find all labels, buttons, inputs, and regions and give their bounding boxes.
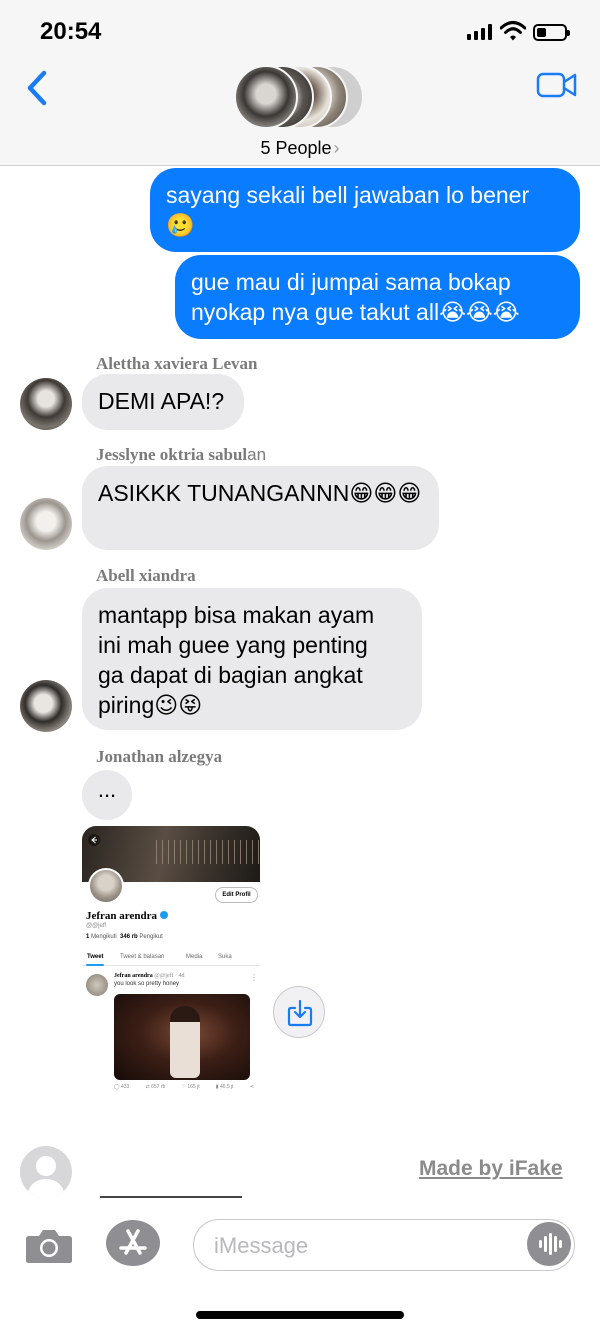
sender-name-tail: an — [247, 445, 267, 464]
message-bubble-incoming[interactable]: DEMI APA!? — [82, 374, 244, 430]
tab-media: Media — [186, 954, 203, 960]
profile-handle: @@jeff — [86, 923, 107, 929]
sender-name: Abell xiandra — [96, 566, 196, 586]
save-image-button[interactable] — [273, 986, 325, 1038]
emoji: 🥲 — [166, 213, 195, 239]
like-count: ♡ 165 jt — [181, 1084, 200, 1090]
back-chevron-icon[interactable] — [22, 68, 52, 108]
message-text-line: mantapp bisa makan ayam — [98, 602, 375, 628]
voice-message-icon[interactable] — [527, 1222, 571, 1266]
group-avatars[interactable] — [234, 65, 370, 129]
tweet-author: Jefran arendra — [114, 973, 153, 979]
profile-name-text: Jefran arendra — [86, 910, 157, 922]
following-count: 1 — [86, 934, 90, 940]
avatar[interactable] — [20, 680, 72, 732]
download-icon — [287, 999, 313, 1027]
retweet-count: ⇄ 657 rb — [145, 1084, 166, 1090]
tweet-header: Jefran arendra @@jeff · 4d — [114, 973, 185, 979]
emoji: 😁😁😁 — [349, 481, 422, 507]
message-text: sayang sekali bell jawaban lo bener — [166, 182, 530, 208]
message-text-line: piring — [98, 692, 155, 718]
profile-avatar — [88, 868, 124, 904]
like-count-value: 165 jt — [187, 1084, 200, 1090]
app-store-button[interactable] — [106, 1220, 160, 1266]
video-call-icon[interactable] — [536, 71, 578, 99]
reply-count-value: 433 — [121, 1084, 130, 1090]
wifi-icon — [500, 21, 526, 41]
signal-icon — [467, 24, 492, 40]
participants-label[interactable]: 5 People › — [0, 138, 600, 159]
tab-tweet-replies: Tweet & balasan — [120, 954, 165, 960]
avatar-placeholder — [20, 1146, 72, 1198]
followers-label: Pengikut — [139, 934, 163, 940]
message-bubble-outgoing[interactable]: sayang sekali bell jawaban lo bener 🥲 — [150, 168, 580, 252]
sender-name-text: Jesslyne oktria sabul — [96, 445, 248, 464]
divider — [100, 1196, 242, 1198]
reply-count: ◯ 433 — [114, 1084, 130, 1090]
message-bubble-incoming[interactable]: ... — [82, 770, 132, 820]
banner-guitar — [156, 840, 260, 864]
tab-likes: Suka — [218, 954, 232, 960]
home-indicator[interactable] — [196, 1311, 404, 1319]
chevron-right-icon: › — [333, 138, 340, 158]
message-bubble-incoming[interactable]: ASIKKK TUNANGANNN😁😁😁 — [82, 466, 439, 550]
active-tab-indicator — [86, 964, 104, 966]
tweet-text: you look so pretty honey — [114, 981, 180, 987]
status-time: 20:54 — [40, 18, 102, 45]
tweet-media-image — [114, 994, 250, 1080]
conversation-header: 5 People › — [0, 60, 600, 166]
avatar[interactable] — [20, 498, 72, 550]
avatar — [234, 65, 298, 129]
emoji: 😉😝 — [154, 693, 203, 719]
message-input-placeholder: iMessage — [214, 1233, 309, 1258]
tab-tweet: Tweet — [87, 954, 104, 960]
back-arrow-icon — [88, 834, 100, 846]
message-text: DEMI APA!? — [98, 388, 225, 414]
made-by-link[interactable]: Made by iFake — [419, 1157, 563, 1181]
message-bubble-incoming[interactable]: mantapp bisa makan ayam ini mah guee yan… — [82, 588, 422, 730]
tweet-meta: @@jeff · 4d — [154, 973, 185, 979]
view-count-value: 46,5 jt — [219, 1084, 234, 1090]
follow-counts: 1 Mengikuti 346 rb Pengikut — [86, 934, 163, 940]
followers-count: 346 rb — [120, 934, 138, 940]
message-text: ASIKKK TUNANGANNN — [98, 480, 350, 506]
message-text: ... — [97, 777, 117, 802]
battery-icon — [533, 24, 570, 41]
tweet-actions: ◯ 433 ⇄ 657 rb ♡ 165 jt ▮ 46,5 jt ⋖ — [114, 1084, 254, 1090]
verified-badge-icon — [159, 911, 168, 919]
sender-name-text: Jonathan alzegya — [96, 747, 223, 766]
profile-tabs: Tweet Tweet & balasan Media Suka — [82, 950, 260, 966]
sender-name-text: Alettha xaviera Levan — [96, 354, 258, 373]
following-label: Mengikuti — [91, 934, 117, 940]
sender-name: Alettha xaviera Levan — [96, 354, 257, 374]
participants-count: 5 People — [260, 138, 332, 158]
avatar[interactable] — [20, 378, 72, 430]
edit-profile-button: Edit Profil — [215, 887, 258, 903]
sender-name-text: Abell xiandra — [96, 566, 196, 585]
sender-name: Jesslyne oktria sabulan — [96, 445, 266, 465]
emoji: 😭😭😭 — [439, 300, 520, 326]
message-text-line: ini mah guee yang penting — [98, 632, 368, 658]
app-store-icon — [119, 1229, 147, 1255]
view-count: ▮ 46,5 jt — [215, 1084, 234, 1090]
status-bar: 20:54 — [0, 0, 600, 60]
share-icon: ⋖ — [249, 1084, 254, 1090]
media-figure — [170, 1006, 200, 1078]
message-bubble-outgoing[interactable]: gue mau di jumpai sama bokap nyokap nya … — [175, 255, 580, 339]
message-input[interactable]: iMessage — [193, 1219, 575, 1271]
tweet-avatar — [86, 974, 108, 996]
message-text-line: ga dapat di bagian angkat — [98, 662, 363, 688]
shared-screenshot[interactable]: Edit Profil Jefran arendra @@jeff 1 Meng… — [82, 826, 260, 1096]
camera-icon[interactable] — [25, 1228, 73, 1264]
sender-name: Jonathan alzegya — [96, 747, 222, 767]
more-options-icon: ⋮ — [250, 973, 258, 982]
retweet-count-value: 657 rb — [151, 1084, 166, 1090]
profile-name: Jefran arendra — [86, 910, 168, 922]
